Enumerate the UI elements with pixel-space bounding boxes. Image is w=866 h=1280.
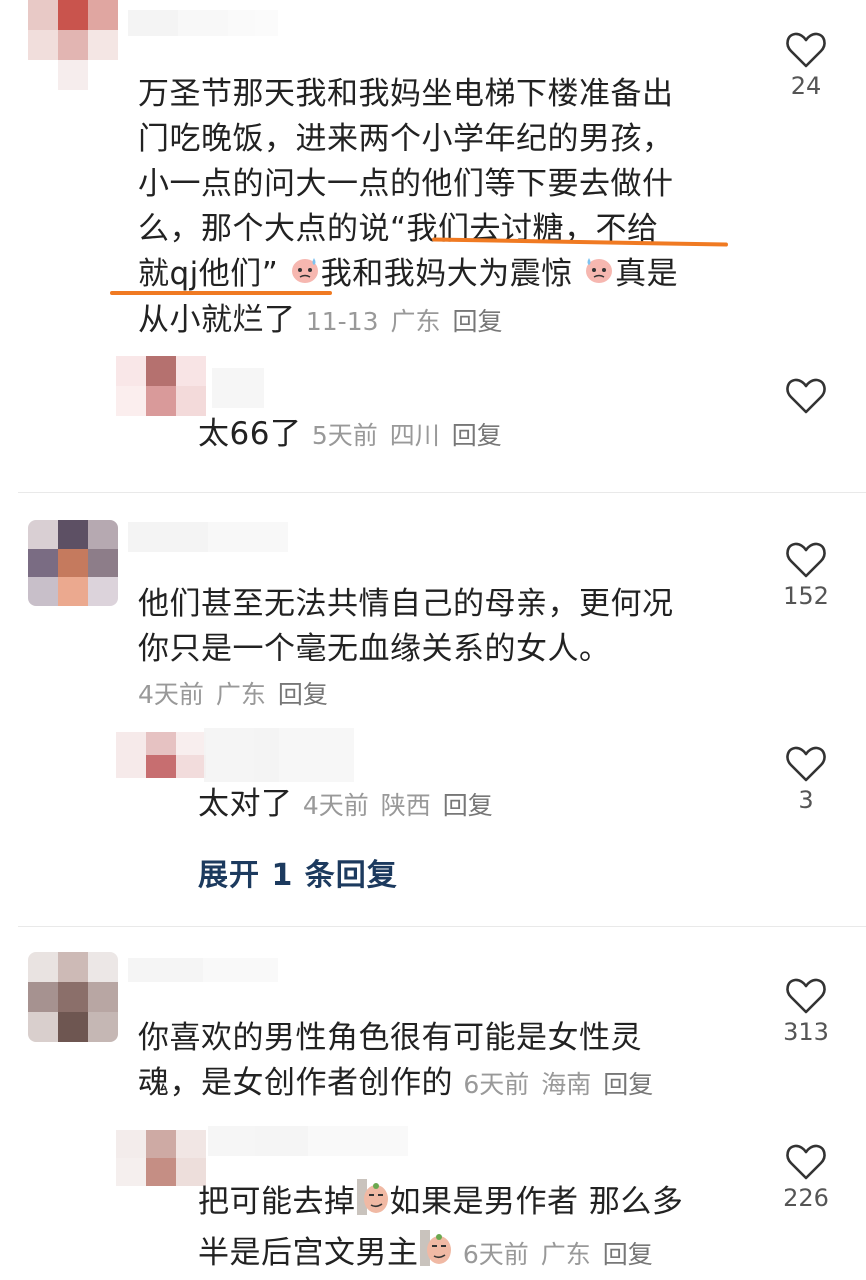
comment-location: 广东	[215, 680, 266, 709]
reply-meta: 5天前 四川 回复	[312, 421, 502, 450]
comment-text: 你喜欢的男性角色很有可能是女性灵 魂，是女创作者创作的 6天前 海南 回复	[138, 1020, 654, 1101]
username-blurred[interactable]	[212, 368, 264, 408]
comment-time: 4天前	[138, 680, 204, 709]
comment-meta: 4天前 广东 回复	[138, 672, 778, 717]
reply-button[interactable]: 回复	[452, 421, 502, 450]
comment-location: 海南	[541, 1070, 592, 1099]
smirk-face-emoji	[356, 1178, 390, 1229]
reply-button[interactable]: 回复	[603, 1070, 653, 1099]
reply-text: 太66了 5天前 四川 回复	[198, 416, 502, 452]
avatar[interactable]	[28, 520, 118, 606]
sweat-face-emoji	[583, 253, 615, 298]
reply-time: 4天前	[302, 791, 369, 820]
reply-time: 5天前	[311, 421, 378, 450]
reply-button[interactable]: 回复	[453, 307, 503, 336]
username-blurred[interactable]	[128, 958, 278, 982]
reply-text: 把可能去掉 如果是男作者 那么多 半是后宫文男主 6天前 广东 回复	[198, 1178, 758, 1280]
divider	[18, 492, 866, 493]
heart-outline-icon	[786, 542, 826, 578]
divider	[18, 926, 866, 927]
avatar[interactable]	[116, 1130, 206, 1186]
like-button[interactable]: 3	[776, 744, 836, 814]
comment-time: 6天前	[463, 1070, 530, 1099]
like-count: 313	[783, 1018, 829, 1046]
smirk-face-emoji	[419, 1229, 453, 1280]
reply-location: 陕西	[380, 791, 431, 820]
heart-outline-icon	[786, 378, 826, 414]
username-blurred[interactable]	[204, 728, 354, 782]
like-count: 24	[790, 72, 822, 100]
like-button[interactable]: 226	[776, 1142, 836, 1212]
reply-location: 四川	[389, 421, 440, 450]
username-blurred[interactable]	[128, 10, 278, 36]
avatar[interactable]	[28, 952, 118, 1042]
avatar[interactable]	[28, 0, 118, 90]
reply-location: 广东	[540, 1240, 591, 1269]
heart-outline-icon	[786, 978, 826, 1014]
reply-button[interactable]: 回复	[278, 680, 328, 709]
comment-text: 他们甚至无法共情自己的母亲，更何况 你只是一个毫无血缘关系的女人。 4天前 广东回…	[138, 582, 778, 717]
reply-time: 6天前	[462, 1240, 529, 1269]
reply-button[interactable]: 回复	[603, 1240, 653, 1269]
heart-outline-icon	[786, 746, 826, 782]
like-count: 3	[798, 786, 814, 814]
avatar[interactable]	[116, 732, 206, 778]
reply-meta: 6天前 广东 回复	[463, 1240, 653, 1269]
heart-outline-icon	[786, 32, 826, 68]
reply-button[interactable]: 回复	[443, 791, 493, 820]
comment-meta: 11-13 广东 回复	[306, 307, 503, 336]
comment-text: 万圣节那天我和我妈坐电梯下楼准备出 门吃晚饭，进来两个小学年纪的男孩， 小一点的…	[138, 76, 679, 338]
like-button[interactable]: 313	[776, 976, 836, 1046]
username-blurred[interactable]	[208, 1126, 408, 1156]
reply-text: 太对了 4天前 陕西 回复	[198, 786, 493, 822]
comment-meta: 6天前 海南 回复	[463, 1070, 653, 1099]
like-count: 226	[783, 1184, 829, 1212]
comment-time: 11-13	[305, 307, 379, 336]
reply-meta: 4天前 陕西 回复	[303, 791, 493, 820]
avatar[interactable]	[116, 356, 206, 416]
like-button[interactable]: 24	[776, 30, 836, 100]
username-blurred[interactable]	[128, 522, 288, 552]
like-count: 152	[783, 582, 829, 610]
like-button[interactable]	[776, 376, 836, 416]
heart-outline-icon	[786, 1144, 826, 1180]
like-button[interactable]: 152	[776, 540, 836, 610]
highlight-underline	[110, 291, 332, 295]
comment-location: 广东	[390, 307, 441, 336]
expand-replies-button[interactable]: 展开 1 条回复	[198, 850, 398, 894]
